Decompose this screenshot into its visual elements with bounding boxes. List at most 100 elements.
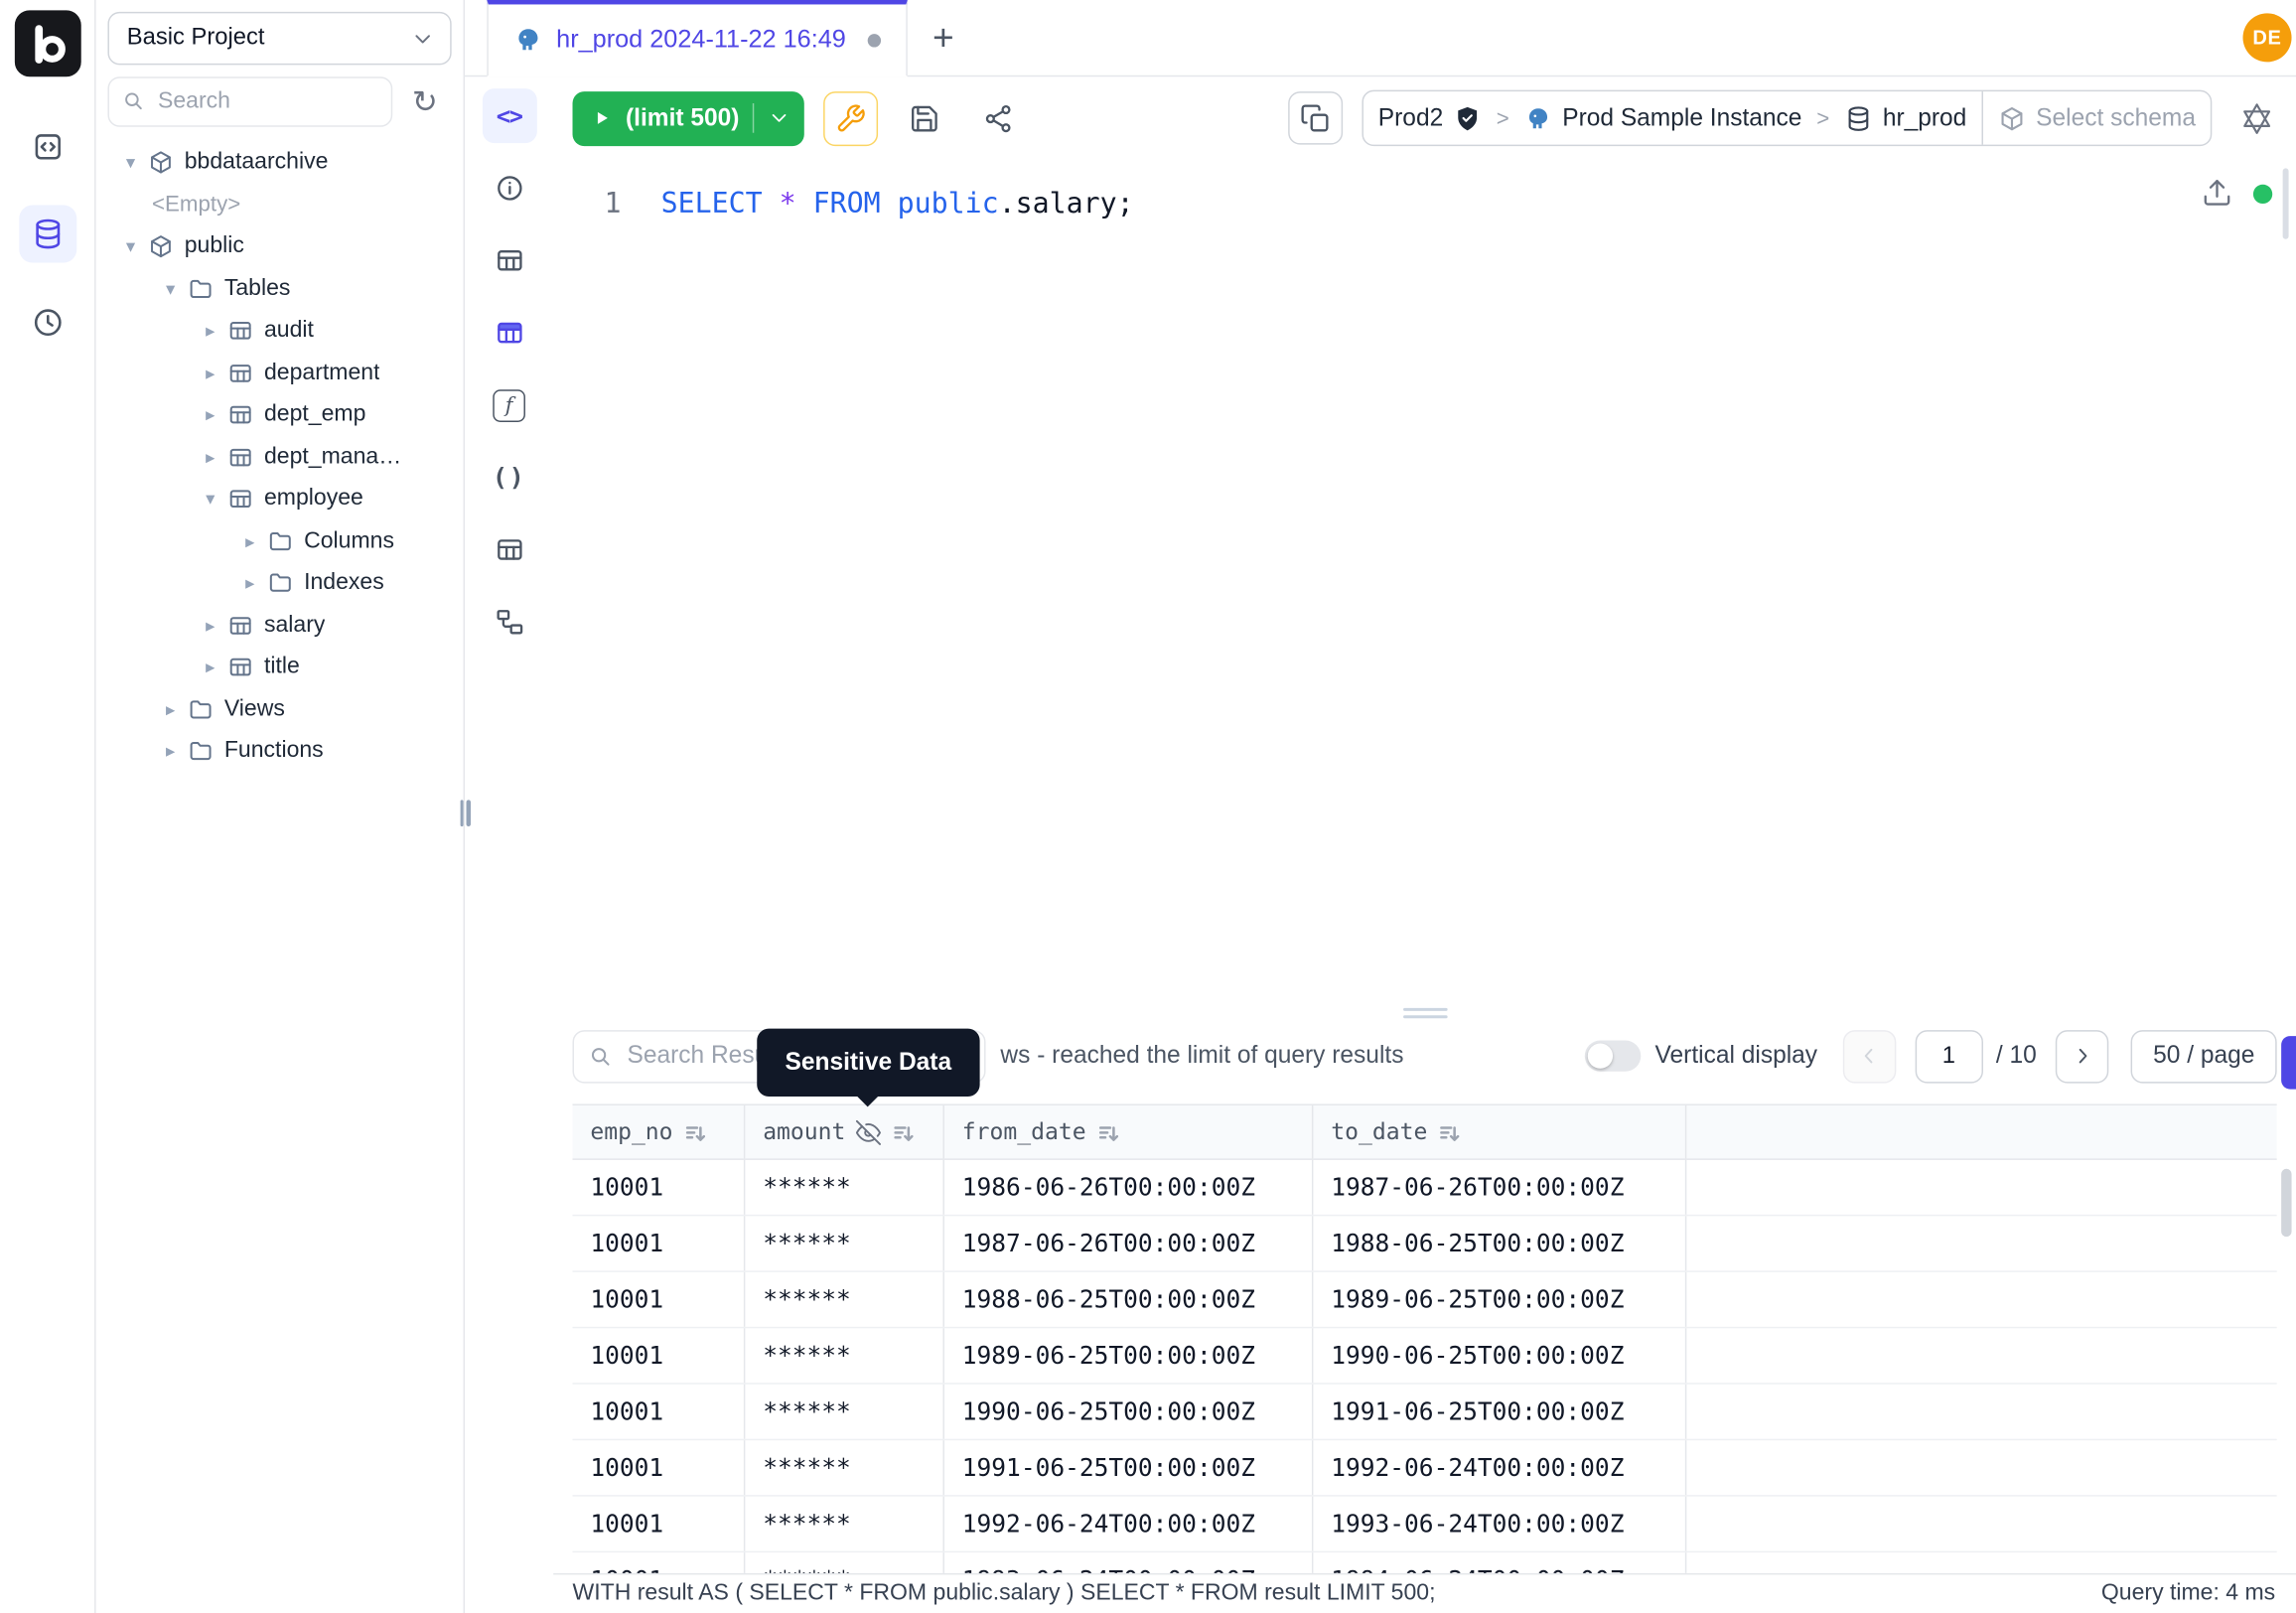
- bytebase-logo[interactable]: [15, 10, 81, 76]
- caret-closed-icon[interactable]: ▸: [237, 532, 262, 551]
- save-button[interactable]: [897, 90, 951, 145]
- caret-closed-icon[interactable]: ▸: [158, 742, 183, 761]
- panel-info-button[interactable]: [482, 161, 536, 216]
- tree-item-columns[interactable]: ▸ Columns: [96, 520, 464, 562]
- column-header-emp-no[interactable]: emp_no: [573, 1105, 746, 1158]
- caret-closed-icon[interactable]: ▸: [198, 448, 222, 467]
- table-icon: [227, 402, 254, 429]
- caret-closed-icon[interactable]: ▸: [158, 700, 183, 719]
- table-row: 10001******1993-06-24T00:00:00Z1994-06-2…: [573, 1552, 2277, 1573]
- sidebar-search-input[interactable]: [107, 76, 392, 127]
- instance-segment[interactable]: Prod Sample Instance: [1509, 104, 1817, 132]
- postgres-icon: [513, 25, 543, 55]
- tree-item-views[interactable]: ▸ Views: [96, 688, 464, 730]
- admin-wrench-button[interactable]: [823, 90, 878, 145]
- folder-icon: [267, 528, 294, 555]
- tree-item-employee[interactable]: ▾ employee: [96, 478, 464, 519]
- tree-item-tables[interactable]: ▾ Tables: [96, 268, 464, 310]
- sort-icon[interactable]: [1096, 1121, 1118, 1143]
- tree-item-dept-emp[interactable]: ▸ dept_emp: [96, 394, 464, 436]
- tree-item-dept-manager[interactable]: ▸ dept_mana…: [96, 436, 464, 478]
- copy-connection-button[interactable]: [1288, 91, 1343, 144]
- connection-status-dot: [2253, 185, 2272, 204]
- schema-select[interactable]: Select schema: [1983, 104, 2211, 132]
- panel-table-button[interactable]: [482, 233, 536, 288]
- refresh-button[interactable]: ↻: [398, 76, 451, 127]
- table-icon: [227, 318, 254, 345]
- schema-placeholder: Select schema: [2036, 104, 2196, 132]
- prev-page-button[interactable]: [1842, 1029, 1895, 1082]
- panel-diagram-button[interactable]: [482, 595, 536, 650]
- caret-closed-icon[interactable]: ▸: [198, 322, 222, 341]
- table-icon: [227, 444, 254, 471]
- line-number: 1: [553, 185, 621, 1004]
- avatar[interactable]: DE: [2243, 13, 2292, 62]
- table-row: 10001******1987-06-26T00:00:00Z1988-06-2…: [573, 1216, 2277, 1271]
- run-query-button[interactable]: (limit 500): [573, 90, 804, 145]
- environment-segment[interactable]: Prod2: [1363, 104, 1497, 132]
- panel-table2-button[interactable]: [482, 522, 536, 577]
- tab-bar: hr_prod 2024-11-22 16:49 +: [465, 0, 2296, 76]
- eye-off-icon[interactable]: [856, 1119, 881, 1144]
- new-tab-button[interactable]: +: [908, 0, 978, 76]
- unsaved-dot-icon: [868, 33, 881, 46]
- ai-assistant-button[interactable]: [2231, 93, 2282, 144]
- sql-editor[interactable]: 1 SELECT * FROM public.salary;: [553, 159, 2296, 1003]
- caret-closed-icon[interactable]: ▸: [198, 406, 222, 425]
- tree-item-department[interactable]: ▸ department: [96, 352, 464, 393]
- sidebar-resize-handle[interactable]: [456, 794, 474, 832]
- caret-open-icon[interactable]: ▾: [158, 280, 183, 299]
- tree-item-bbdataarchive[interactable]: ▾ bbdataarchive: [96, 142, 464, 184]
- results-scrollbar[interactable]: [2281, 1169, 2291, 1237]
- caret-closed-icon[interactable]: ▸: [198, 364, 222, 382]
- column-header-amount[interactable]: amount: [745, 1105, 944, 1158]
- editor-scrollbar[interactable]: [2283, 168, 2289, 238]
- share-button[interactable]: [971, 90, 1026, 145]
- tree-item-functions[interactable]: ▸ Functions: [96, 731, 464, 773]
- column-header-to-date[interactable]: to_date: [1313, 1105, 1686, 1158]
- panel-table-colored-button[interactable]: [482, 306, 536, 361]
- connection-breadcrumb: Prod2 > Prod Sample Instance > hr_prod: [1362, 90, 2212, 146]
- rail-database-button[interactable]: [19, 206, 76, 263]
- caret-closed-icon[interactable]: ▸: [198, 659, 222, 677]
- page-number-input[interactable]: [1915, 1029, 1982, 1082]
- table-row: 10001******1986-06-26T00:00:00Z1987-06-2…: [573, 1160, 2277, 1216]
- caret-open-icon[interactable]: ▾: [118, 237, 143, 256]
- upload-button[interactable]: [2199, 177, 2234, 213]
- table-icon: [227, 612, 254, 639]
- sensitive-data-tooltip: Sensitive Data: [757, 1029, 979, 1097]
- page-total: / 10: [1996, 1042, 2037, 1070]
- rail-sql-editor-button[interactable]: [19, 118, 76, 176]
- search-icon: [121, 88, 146, 113]
- database-segment[interactable]: hr_prod: [1829, 104, 1981, 132]
- tree-item-indexes[interactable]: ▸ Indexes: [96, 562, 464, 604]
- folder-icon: [188, 275, 215, 302]
- rail-history-button[interactable]: [19, 294, 76, 352]
- results-panel: ws - reached the limit of query results …: [553, 1021, 2296, 1573]
- caret-closed-icon[interactable]: ▸: [198, 616, 222, 635]
- tree-item-title[interactable]: ▸ title: [96, 647, 464, 688]
- diagram-icon: [494, 607, 524, 638]
- panel-procedure-button[interactable]: (): [482, 450, 536, 505]
- panel-function-button[interactable]: f: [482, 377, 536, 432]
- project-select[interactable]: Basic Project: [107, 12, 451, 65]
- side-panel-strip[interactable]: [2281, 1036, 2296, 1089]
- sort-icon[interactable]: [891, 1121, 913, 1143]
- next-page-button[interactable]: [2056, 1029, 2108, 1082]
- tree-item-public[interactable]: ▾ public: [96, 225, 464, 267]
- column-header-from-date[interactable]: from_date: [944, 1105, 1313, 1158]
- vertical-display-toggle[interactable]: [1584, 1041, 1640, 1072]
- sort-icon[interactable]: [1438, 1121, 1460, 1143]
- table-row: 10001******1991-06-25T00:00:00Z1992-06-2…: [573, 1440, 2277, 1496]
- sort-icon[interactable]: [683, 1121, 705, 1143]
- caret-closed-icon[interactable]: ▸: [237, 574, 262, 593]
- caret-open-icon[interactable]: ▾: [118, 154, 143, 173]
- tree-item-salary[interactable]: ▸ salary: [96, 604, 464, 646]
- panel-resize-handle[interactable]: [553, 1003, 2296, 1021]
- tab-hr-prod[interactable]: hr_prod 2024-11-22 16:49: [487, 0, 908, 76]
- panel-code-button[interactable]: <>: [482, 88, 536, 143]
- chevron-down-icon[interactable]: [768, 106, 791, 130]
- tree-item-audit[interactable]: ▸ audit: [96, 310, 464, 352]
- caret-open-icon[interactable]: ▾: [198, 490, 222, 509]
- page-size-select[interactable]: 50 / page: [2131, 1029, 2277, 1082]
